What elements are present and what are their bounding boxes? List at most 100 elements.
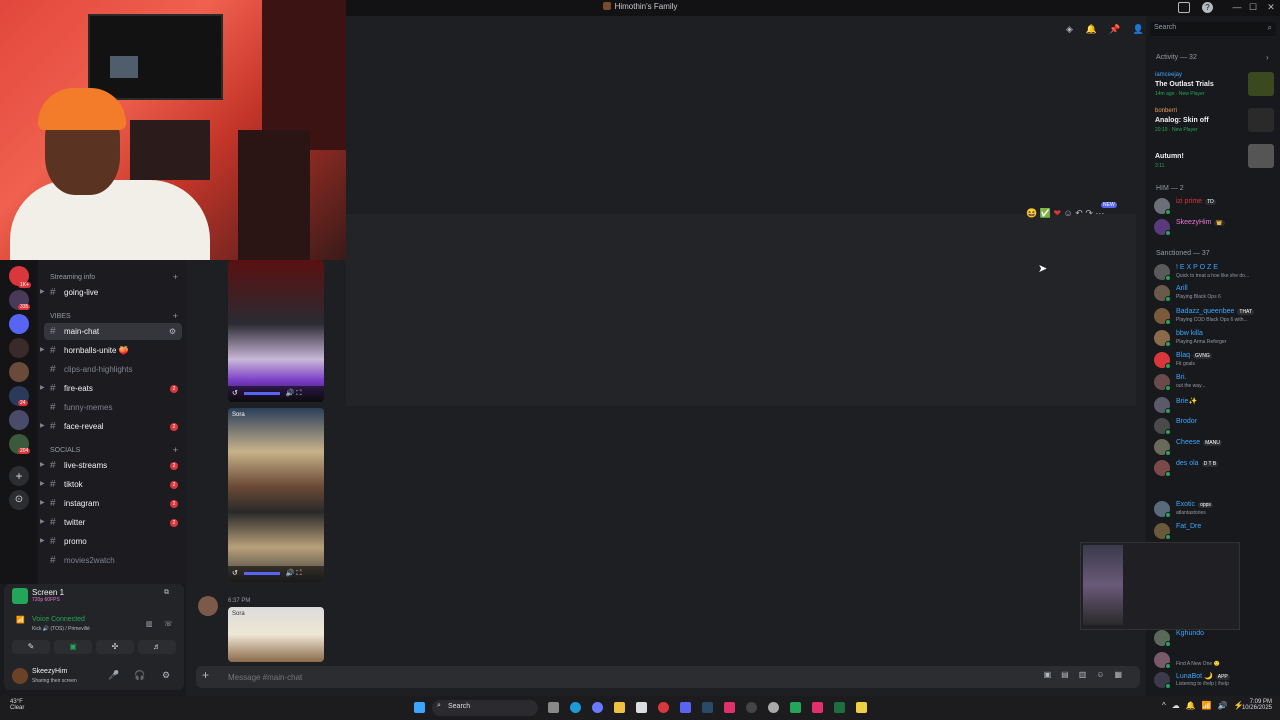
activity-card[interactable]: Autumn! 3:11 bbox=[1152, 144, 1274, 176]
app-icon[interactable] bbox=[790, 702, 801, 713]
video-attachment-3[interactable]: Sora bbox=[228, 607, 324, 662]
chevron-right-icon[interactable]: › bbox=[1266, 53, 1269, 62]
channel-main-chat[interactable]: # main-chat ⚙ bbox=[44, 323, 182, 340]
notification-bell-icon[interactable]: 🔔 bbox=[1085, 24, 1096, 35]
add-channel-icon[interactable]: + bbox=[173, 272, 178, 282]
channel-tiktok[interactable]: ▶ # tiktok 2 bbox=[38, 476, 184, 493]
add-reaction-icon[interactable]: ☺ bbox=[1064, 208, 1073, 218]
sticky-notes-icon[interactable] bbox=[856, 702, 867, 713]
channel-fire-eats[interactable]: ▶ # fire-eats 2 bbox=[38, 380, 184, 397]
reaction-emoji-icon[interactable]: 😆 bbox=[1026, 208, 1037, 218]
steam-icon[interactable] bbox=[702, 702, 713, 713]
add-channel-icon[interactable]: + bbox=[173, 445, 178, 455]
fullscreen-icon[interactable]: ⛶ bbox=[296, 570, 301, 577]
progress-bar[interactable] bbox=[243, 391, 280, 395]
apps-icon[interactable]: ▦ bbox=[1114, 670, 1132, 679]
message-author-avatar[interactable] bbox=[198, 596, 218, 616]
member-item[interactable]: Exotic opps atlantastories bbox=[1154, 499, 1276, 519]
channel-twitter[interactable]: ▶ # twitter 2 bbox=[38, 514, 184, 531]
member-item[interactable]: Brodor bbox=[1154, 416, 1276, 436]
server-icon[interactable] bbox=[9, 338, 29, 358]
weather-widget[interactable]: 43°F Clear bbox=[10, 699, 24, 711]
add-server-icon[interactable]: + bbox=[9, 466, 29, 486]
member-item[interactable]: des ola D T B bbox=[1154, 458, 1276, 478]
emoji-icon[interactable]: ☺ bbox=[1096, 670, 1114, 679]
share-screen-button[interactable]: ▣ bbox=[54, 640, 92, 654]
stream-preview-thumbnail[interactable] bbox=[1080, 542, 1240, 630]
volume-icon[interactable]: 🔊 bbox=[286, 390, 295, 397]
system-clock[interactable]: 7:09 PM 10/26/2025 bbox=[1242, 699, 1272, 711]
close-button[interactable]: ✕ bbox=[1262, 2, 1280, 13]
channel-instagram[interactable]: ▶ # instagram 2 bbox=[38, 495, 184, 512]
member-item[interactable]: Find A New One 🙂 bbox=[1154, 650, 1276, 670]
activity-card[interactable]: bonberri Analog: Skin off 20:19 · New Pl… bbox=[1152, 108, 1274, 140]
channel-funny-memes[interactable]: # funny-memes bbox=[38, 399, 184, 416]
fullscreen-icon[interactable]: ⛶ bbox=[296, 390, 301, 397]
reaction-heart-icon[interactable]: ❤ bbox=[1053, 208, 1061, 218]
microphone-icon[interactable]: 🎤 bbox=[108, 670, 119, 681]
forward-icon[interactable]: ↷ bbox=[1085, 208, 1093, 218]
discover-icon[interactable]: ⊙ bbox=[9, 490, 29, 510]
pin-icon[interactable]: 📌 bbox=[1109, 24, 1120, 35]
member-item[interactable]: ! E X P O Z E Quick to treat a hoe like s… bbox=[1154, 262, 1276, 282]
discord-icon[interactable] bbox=[680, 702, 691, 713]
reply-icon[interactable]: ↶ bbox=[1075, 208, 1083, 218]
popout-icon[interactable]: ⧉ bbox=[164, 589, 169, 597]
tiktok-icon[interactable] bbox=[812, 702, 823, 713]
member-item[interactable]: Cheese MANU bbox=[1154, 437, 1276, 457]
channel-movies2watch[interactable]: # movies2watch bbox=[38, 552, 184, 569]
system-tray[interactable]: ^☁🔔📶🔊⚡ bbox=[1162, 701, 1250, 710]
reaction-check-icon[interactable]: ✅ bbox=[1040, 208, 1051, 218]
member-item[interactable]: Arill Playing Black Ops 6 bbox=[1154, 283, 1276, 303]
channel-clips-and-highlights[interactable]: # clips-and-highlights bbox=[38, 361, 184, 378]
more-options-icon[interactable]: ⋯ bbox=[1095, 208, 1104, 218]
search-input[interactable]: Search ⌕ bbox=[1150, 22, 1276, 36]
category-vibes[interactable]: VIBES bbox=[50, 313, 71, 320]
settings-gear-icon[interactable]: ⚙ bbox=[162, 670, 170, 681]
edge-icon[interactable] bbox=[570, 702, 581, 713]
gift-icon[interactable]: ▣ bbox=[1044, 670, 1062, 679]
volume-icon[interactable]: 🔊 bbox=[286, 570, 295, 577]
category-streaming-info[interactable]: Streaming info bbox=[50, 274, 95, 281]
member-item[interactable]: Kghundo bbox=[1154, 628, 1276, 648]
server-icon[interactable] bbox=[9, 410, 29, 430]
channel-hornballs-unite[interactable]: ▶ # hornballs-unite 🍑 bbox=[38, 342, 184, 359]
file-explorer-icon[interactable] bbox=[614, 702, 625, 713]
activity-card[interactable]: iamceejay The Outlast Trials 14m ago · N… bbox=[1152, 72, 1274, 104]
member-item[interactable]: Blaq GVNG Fit goals bbox=[1154, 350, 1276, 370]
user-avatar[interactable] bbox=[12, 668, 28, 684]
channel-settings-icon[interactable]: ⚙ bbox=[169, 323, 176, 340]
replay-icon[interactable]: ↺ bbox=[232, 390, 238, 397]
video-attachment-1[interactable]: ↺ 🔊 ⛶ bbox=[228, 260, 324, 402]
instagram-icon[interactable] bbox=[724, 702, 735, 713]
channel-going-live[interactable]: ▶ # going-live bbox=[38, 284, 184, 301]
help-icon[interactable]: ? bbox=[1202, 2, 1213, 13]
member-item[interactable]: SkeezyHim 👑 bbox=[1154, 217, 1276, 237]
member-item[interactable]: Brie✨ bbox=[1154, 395, 1276, 415]
server-icon[interactable] bbox=[9, 362, 29, 382]
member-item[interactable]: Fat_Dre bbox=[1154, 521, 1276, 541]
attach-plus-icon[interactable]: + bbox=[202, 668, 209, 682]
inbox-icon[interactable] bbox=[1178, 2, 1190, 13]
channel-live-streams[interactable]: ▶ # live-streams 2 bbox=[38, 457, 184, 474]
member-item[interactable]: izi prime TD bbox=[1154, 196, 1276, 216]
hovered-message[interactable] bbox=[346, 214, 1136, 406]
server-icon[interactable] bbox=[9, 314, 29, 334]
gif-icon[interactable]: ▤ bbox=[1061, 670, 1079, 679]
store-icon[interactable] bbox=[636, 702, 647, 713]
camera-toggle-button[interactable]: ✎ bbox=[12, 640, 50, 654]
video-attachment-2[interactable]: Sora ↺ 🔊 ⛶ bbox=[228, 408, 324, 582]
disconnect-icon[interactable]: ☏ bbox=[164, 620, 173, 628]
settings-icon[interactable] bbox=[768, 702, 779, 713]
member-item[interactable]: Badazz_queenbee THAT Playing COD Black Ops… bbox=[1154, 306, 1276, 326]
activities-button[interactable]: ✣ bbox=[96, 640, 134, 654]
member-item[interactable]: Bri. out the way... bbox=[1154, 372, 1276, 392]
headphones-icon[interactable]: 🎧 bbox=[134, 670, 145, 681]
chrome-icon[interactable] bbox=[658, 702, 669, 713]
category-socials[interactable]: SOCIALS bbox=[50, 447, 80, 454]
noise-suppression-icon[interactable]: ▥ bbox=[146, 620, 153, 628]
copilot-icon[interactable] bbox=[592, 702, 603, 713]
sticker-icon[interactable]: ▥ bbox=[1079, 670, 1097, 679]
soundboard-button[interactable]: ♬ bbox=[138, 640, 176, 654]
progress-bar[interactable] bbox=[243, 571, 280, 575]
